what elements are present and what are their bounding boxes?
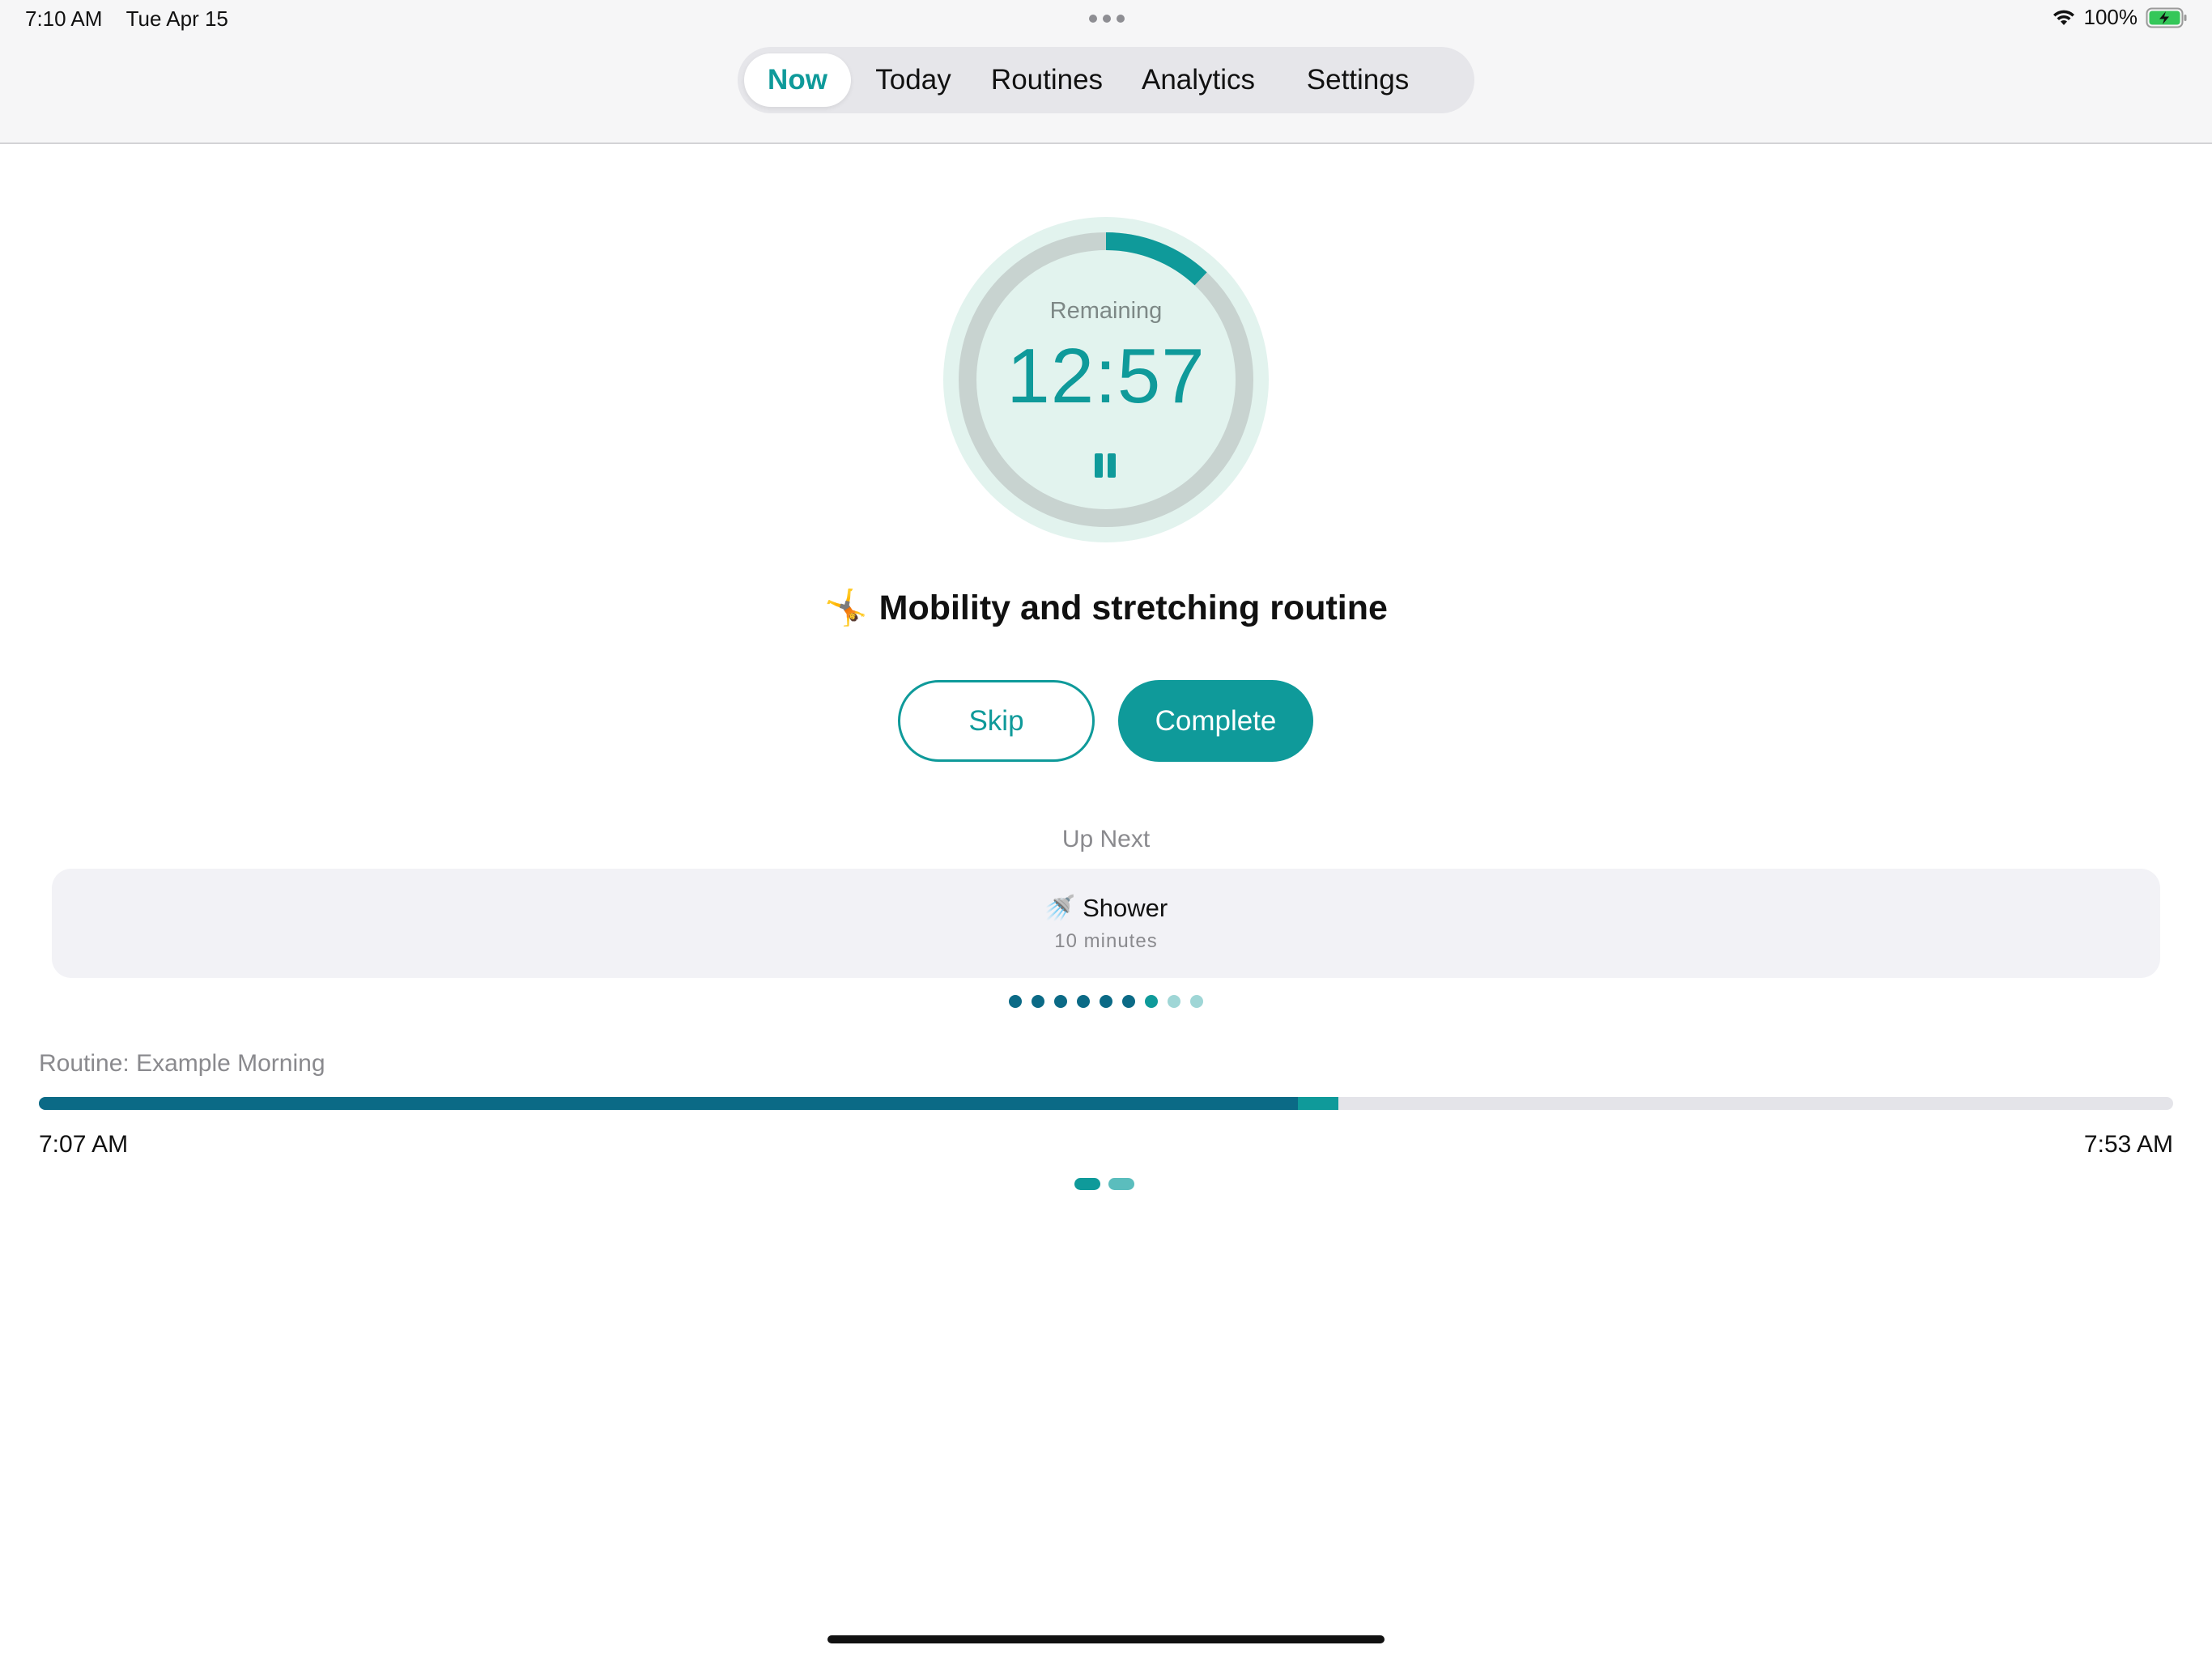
task-step-dot bbox=[1122, 995, 1135, 1008]
up-next-title: 🚿 Shower bbox=[52, 893, 2160, 923]
home-indicator[interactable] bbox=[827, 1635, 1385, 1643]
countdown-timer: Remaining 12:57 bbox=[943, 217, 1269, 542]
task-step-dot bbox=[1009, 995, 1022, 1008]
routine-end-time: 7:53 AM bbox=[2083, 1131, 2173, 1158]
routine-start-time: 7:07 AM bbox=[39, 1131, 129, 1158]
status-bar-left: 7:10 AM Tue Apr 15 bbox=[25, 6, 228, 32]
up-next-duration: 10 minutes bbox=[1054, 930, 1158, 952]
task-step-dot bbox=[1168, 995, 1180, 1008]
multitasking-dots-icon[interactable] bbox=[1089, 15, 1125, 23]
task-emoji: 🤸 bbox=[824, 589, 868, 627]
tab-now[interactable]: Now bbox=[744, 53, 851, 107]
page-indicator-dot[interactable] bbox=[1108, 1178, 1134, 1190]
routine-progress-current bbox=[1298, 1097, 1339, 1110]
up-next-label: Up Next bbox=[1061, 826, 1151, 852]
current-task-name: Mobility and stretching routine bbox=[878, 589, 1388, 627]
status-date: Tue Apr 15 bbox=[125, 6, 228, 31]
task-step-indicator bbox=[1009, 995, 1203, 1008]
up-next-emoji: 🚿 bbox=[1044, 894, 1076, 922]
tab-today[interactable]: Today bbox=[851, 53, 976, 107]
up-next-task-name: Shower bbox=[1083, 894, 1168, 922]
status-time: 7:10 AM bbox=[25, 6, 103, 31]
current-task-title: 🤸 Mobility and stretching routine bbox=[0, 588, 2212, 628]
up-next-card[interactable]: 🚿 Shower 10 minutes bbox=[52, 869, 2160, 978]
wifi-icon bbox=[2052, 8, 2076, 28]
tab-settings[interactable]: Settings bbox=[1278, 53, 1437, 107]
skip-button[interactable]: Skip bbox=[898, 680, 1095, 762]
timer-value: 12:57 bbox=[1006, 333, 1206, 419]
page-indicator[interactable] bbox=[1074, 1178, 1134, 1190]
task-step-dot bbox=[1145, 995, 1158, 1008]
battery-charging-icon bbox=[2146, 7, 2188, 28]
complete-button[interactable]: Complete bbox=[1118, 680, 1313, 762]
task-step-dot bbox=[1032, 995, 1044, 1008]
routine-progress-completed bbox=[39, 1097, 1299, 1110]
timer-label: Remaining bbox=[1049, 298, 1163, 324]
battery-percent: 100% bbox=[2083, 5, 2138, 29]
top-bar: 7:10 AM Tue Apr 15 100% Now Today Routin… bbox=[0, 0, 2212, 144]
main-tab-bar: Now Today Routines Analytics Settings bbox=[738, 47, 1474, 113]
page-indicator-dot[interactable] bbox=[1074, 1178, 1100, 1190]
tab-routines[interactable]: Routines bbox=[976, 53, 1118, 107]
task-step-dot bbox=[1077, 995, 1090, 1008]
pause-icon[interactable] bbox=[1095, 453, 1117, 478]
task-step-dot bbox=[1054, 995, 1067, 1008]
tab-analytics[interactable]: Analytics bbox=[1118, 53, 1278, 107]
routine-label: Routine: Example Morning bbox=[39, 1050, 325, 1077]
task-step-dot bbox=[1100, 995, 1112, 1008]
task-step-dot bbox=[1190, 995, 1203, 1008]
status-bar-right: 100% bbox=[2052, 5, 2189, 30]
routine-progress-bar bbox=[39, 1097, 2173, 1110]
